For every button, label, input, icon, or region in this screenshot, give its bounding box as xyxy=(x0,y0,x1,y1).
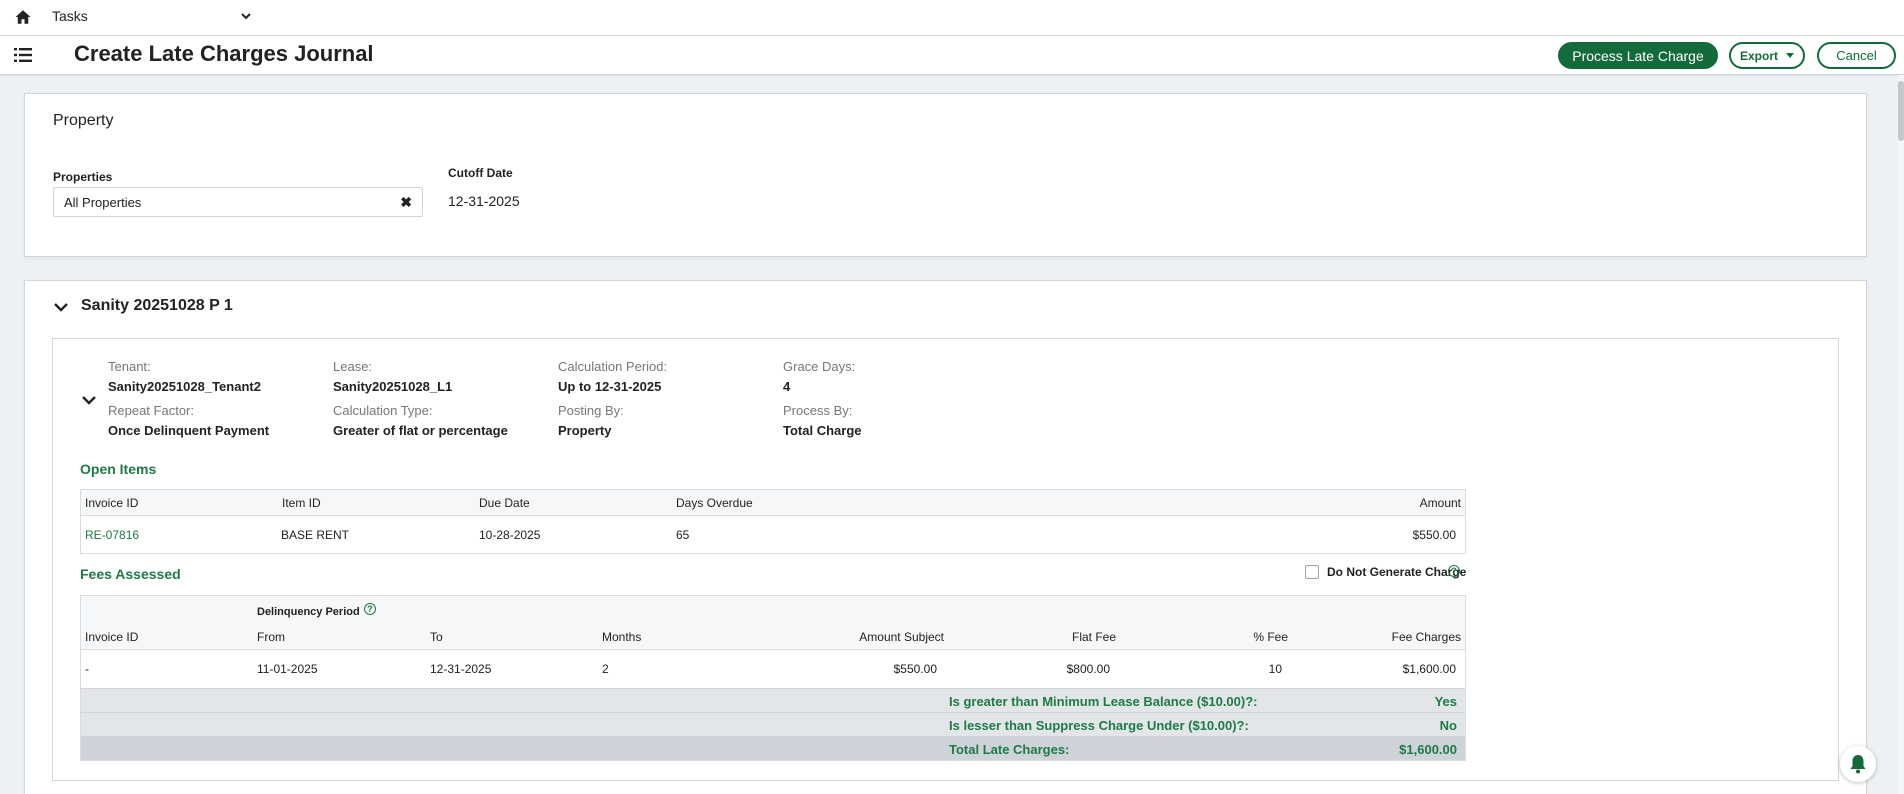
fee-to-cell: 12-31-2025 xyxy=(430,662,492,676)
fees-table: Delinquency Period ? Invoice ID From To … xyxy=(80,595,1466,761)
fee-subject-cell: $550.00 xyxy=(893,662,937,676)
property-card: Property Properties All Properties ✖ Cut… xyxy=(24,93,1867,257)
module-select-label: Tasks xyxy=(52,8,88,24)
property-group-title: Sanity 20251028 P 1 xyxy=(81,297,233,314)
suppress-label: Is lesser than Suppress Charge Under ($1… xyxy=(949,718,1249,733)
item-id-cell: BASE RENT xyxy=(281,528,350,542)
cutoff-date-label: Cutoff Date xyxy=(448,166,513,180)
total-late-charges-label: Total Late Charges: xyxy=(949,742,1070,757)
do-not-generate-checkbox[interactable] xyxy=(1305,565,1319,579)
suppress-row: Is lesser than Suppress Charge Under ($1… xyxy=(81,712,1465,736)
do-not-generate-charge[interactable]: Do Not Generate Charge xyxy=(1305,565,1466,579)
grace-days-value: 4 xyxy=(783,379,791,394)
col-months: Months xyxy=(602,630,642,644)
total-late-charges-value: $1,600.00 xyxy=(1399,742,1457,757)
open-items-title: Open Items xyxy=(80,461,157,477)
col-item-id: Item ID xyxy=(282,496,321,510)
fee-charges-cell: $1,600.00 xyxy=(1402,662,1456,676)
cutoff-date-value: 12-31-2025 xyxy=(448,193,520,209)
col-due-date: Due Date xyxy=(479,496,530,510)
page-title: Create Late Charges Journal xyxy=(74,41,374,66)
col-invoice-id: Invoice ID xyxy=(85,630,139,644)
module-select[interactable]: Tasks xyxy=(52,4,252,28)
col-amount: Amount xyxy=(1419,496,1461,510)
cancel-button[interactable]: Cancel xyxy=(1817,42,1896,69)
col-to: To xyxy=(430,630,443,644)
process-by-label: Process By: xyxy=(783,403,853,418)
page-header: Create Late Charges Journal Process Late… xyxy=(0,36,1904,75)
lease-label: Lease: xyxy=(333,359,373,374)
delinquency-period-label: Delinquency Period xyxy=(257,606,360,618)
close-icon[interactable]: ✖ xyxy=(400,194,412,211)
fee-invoice-cell: - xyxy=(85,662,89,676)
posting-by-label: Posting By: xyxy=(558,403,624,418)
due-date-cell: 10-28-2025 xyxy=(479,528,541,542)
col-days-overdue: Days Overdue xyxy=(676,496,753,510)
min-balance-label: Is greater than Minimum Lease Balance ($… xyxy=(949,694,1258,709)
properties-field-value: All Properties xyxy=(64,194,142,210)
help-icon[interactable]: ? xyxy=(1448,565,1460,577)
suppress-value: No xyxy=(1439,718,1457,733)
col-flat-fee: Flat Fee xyxy=(1071,630,1116,644)
lease-value: Sanity20251028_L1 xyxy=(333,379,453,394)
scrollbar-thumb[interactable] xyxy=(1898,81,1904,141)
posting-by-value: Property xyxy=(558,423,612,438)
home-icon[interactable] xyxy=(14,8,32,26)
col-pct-fee: % Fee xyxy=(1253,630,1288,644)
page-scrollbar[interactable] xyxy=(1898,75,1904,794)
list-menu-icon[interactable] xyxy=(14,47,32,63)
process-by-value: Total Charge xyxy=(783,423,862,438)
repeat-factor-label: Repeat Factor: xyxy=(108,403,194,418)
help-icon[interactable]: ? xyxy=(364,603,376,615)
table-header: Delinquency Period ? Invoice ID From To … xyxy=(81,596,1465,650)
total-row: Total Late Charges: $1,600.00 xyxy=(81,736,1465,760)
col-amount-subject: Amount Subject xyxy=(859,630,944,644)
repeat-factor-value: Once Delinquent Payment xyxy=(108,423,270,438)
days-overdue-cell: 65 xyxy=(676,528,690,542)
process-late-charge-button[interactable]: Process Late Charge xyxy=(1558,42,1718,69)
export-button-label: Export xyxy=(1739,48,1778,63)
chevron-down-icon[interactable] xyxy=(53,299,69,315)
fee-from-cell: 11-01-2025 xyxy=(257,662,318,676)
fees-assessed-title: Fees Assessed xyxy=(80,566,181,582)
lease-panel: Tenant: Sanity20251028_Tenant2 Lease: Sa… xyxy=(52,338,1839,781)
tenant-value: Sanity20251028_Tenant2 xyxy=(108,379,261,394)
fee-flat-cell: $800.00 xyxy=(1066,662,1110,676)
bell-icon xyxy=(1850,755,1866,774)
col-from: From xyxy=(257,630,285,644)
notifications-button[interactable] xyxy=(1840,746,1876,782)
fee-pct-cell: 10 xyxy=(1268,662,1282,676)
top-nav: Tasks xyxy=(0,0,1904,36)
col-invoice-id: Invoice ID xyxy=(85,496,139,510)
do-not-generate-label: Do Not Generate Charge xyxy=(1327,565,1467,579)
amount-cell: $550.00 xyxy=(1412,528,1456,542)
property-card-title: Property xyxy=(53,112,114,129)
property-group-card: Sanity 20251028 P 1 Tenant: Sanity202510… xyxy=(24,280,1867,794)
fee-months-cell: 2 xyxy=(602,662,609,676)
calc-type-value: Greater of flat or percentage xyxy=(333,423,508,438)
chevron-down-icon[interactable] xyxy=(81,392,97,408)
min-balance-value: Yes xyxy=(1434,694,1457,709)
col-fee-charges: Fee Charges xyxy=(1391,630,1461,644)
min-balance-row: Is greater than Minimum Lease Balance ($… xyxy=(81,688,1465,712)
table-header: Invoice ID Item ID Due Date Days Overdue… xyxy=(81,490,1465,516)
caret-down-icon xyxy=(1786,53,1794,58)
export-button[interactable]: Export xyxy=(1729,42,1805,69)
invoice-link[interactable]: RE-07816 xyxy=(85,528,139,542)
calc-type-label: Calculation Type: xyxy=(333,403,433,418)
tenant-label: Tenant: xyxy=(108,359,151,374)
grace-days-label: Grace Days: xyxy=(783,359,856,374)
calc-period-label: Calculation Period: xyxy=(558,359,668,374)
chevron-down-icon xyxy=(241,13,251,20)
properties-field[interactable]: All Properties ✖ xyxy=(53,187,423,217)
open-items-table: Invoice ID Item ID Due Date Days Overdue… xyxy=(80,489,1466,554)
properties-label: Properties xyxy=(53,170,113,184)
calc-period-value: Up to 12-31-2025 xyxy=(558,379,662,394)
